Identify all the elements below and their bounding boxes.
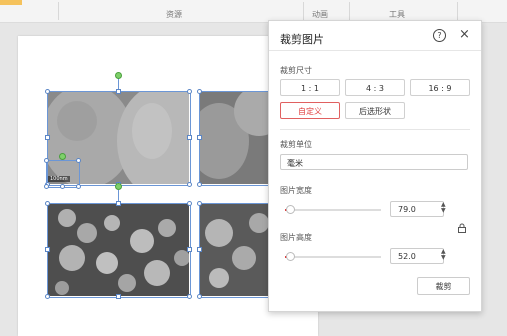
resize-handle[interactable] [197, 247, 202, 252]
crop-unit-label: 裁剪单位 [280, 140, 312, 149]
choose-shape-after-button[interactable]: 后选形状 [345, 102, 405, 119]
width-slider[interactable] [285, 205, 381, 214]
ribbon-separator [303, 2, 304, 20]
sem-image-graphic [199, 203, 269, 296]
ribbon-separator [58, 2, 59, 20]
height-input[interactable]: 52.0 [390, 248, 444, 264]
ribbon-group-resources: 资源 [166, 10, 182, 19]
ratio-1-1-button[interactable]: 1 : 1 [280, 79, 340, 96]
question-icon[interactable]: ? [433, 29, 446, 42]
width-slider-thumb[interactable] [285, 205, 295, 214]
resize-handle[interactable] [197, 89, 202, 94]
resize-handle[interactable] [116, 201, 121, 206]
chevron-down-icon: ⌄ [287, 155, 295, 165]
width-input[interactable]: 79.0 [390, 201, 444, 217]
resize-handle[interactable] [45, 201, 50, 206]
resize-handle[interactable] [116, 89, 121, 94]
crop-size-label: 裁剪尺寸 [280, 66, 312, 75]
resize-handle[interactable] [187, 135, 192, 140]
ratio-4-3-button[interactable]: 4 : 3 [345, 79, 405, 96]
resize-handle[interactable] [44, 184, 49, 189]
image-height-label: 图片高度 [280, 233, 312, 242]
sem-image-top-right[interactable] [199, 91, 269, 184]
height-slider-thumb[interactable] [285, 252, 295, 261]
ratio-16-9-button[interactable]: 16 : 9 [410, 79, 470, 96]
resize-handle[interactable] [187, 89, 192, 94]
rotate-handle[interactable] [59, 153, 66, 160]
sem-image-top-left[interactable] [47, 91, 189, 184]
resize-handle[interactable] [116, 294, 121, 299]
resize-handle[interactable] [60, 184, 65, 189]
resize-handle[interactable] [44, 158, 49, 163]
custom-ratio-button[interactable]: 自定义 [280, 102, 340, 119]
resize-handle[interactable] [187, 201, 192, 206]
resize-handle[interactable] [187, 247, 192, 252]
ribbon-group-tools: 工具 [389, 10, 405, 19]
sem-image-bottom-left[interactable] [47, 203, 189, 296]
ribbon-group-animation: 动画 [312, 10, 328, 19]
crop-image-panel: 裁剪图片 ? × 裁剪尺寸 1 : 1 4 : 3 16 : 9 自定义 后选形… [268, 20, 482, 312]
resize-handle[interactable] [197, 294, 202, 299]
panel-title: 裁剪图片 [280, 33, 324, 46]
rotate-handle[interactable] [115, 72, 122, 79]
resize-handle[interactable] [197, 182, 202, 187]
rotate-handle[interactable] [115, 183, 122, 190]
height-slider[interactable] [285, 252, 381, 261]
resize-handle[interactable] [197, 135, 202, 140]
sem-image-graphic [199, 91, 269, 184]
crop-unit-select[interactable]: 毫米 ⌄ [280, 154, 468, 170]
resize-handle[interactable] [76, 184, 81, 189]
section-divider [280, 129, 470, 130]
sem-image-graphic [47, 91, 189, 184]
image-width-label: 图片宽度 [280, 186, 312, 195]
scale-bar-label: 100nm [48, 176, 70, 182]
close-icon[interactable]: × [459, 27, 470, 42]
crop-button[interactable]: 裁剪 [417, 277, 470, 295]
resize-handle[interactable] [45, 294, 50, 299]
title-divider [269, 50, 481, 51]
width-stepper[interactable]: ▲ ▼ [441, 202, 446, 214]
height-stepper[interactable]: ▲ ▼ [441, 249, 446, 261]
resize-handle[interactable] [45, 89, 50, 94]
resize-handle[interactable] [45, 135, 50, 140]
ribbon-separator [457, 2, 458, 20]
active-tab-highlight [0, 0, 22, 5]
resize-handle[interactable] [76, 158, 81, 163]
lock-icon[interactable] [457, 223, 467, 233]
resize-handle[interactable] [187, 182, 192, 187]
sem-image-bottom-right[interactable] [199, 203, 269, 296]
ribbon-separator [349, 2, 350, 20]
sem-image-graphic [47, 203, 189, 296]
resize-handle[interactable] [45, 247, 50, 252]
resize-handle[interactable] [197, 201, 202, 206]
resize-handle[interactable] [187, 294, 192, 299]
